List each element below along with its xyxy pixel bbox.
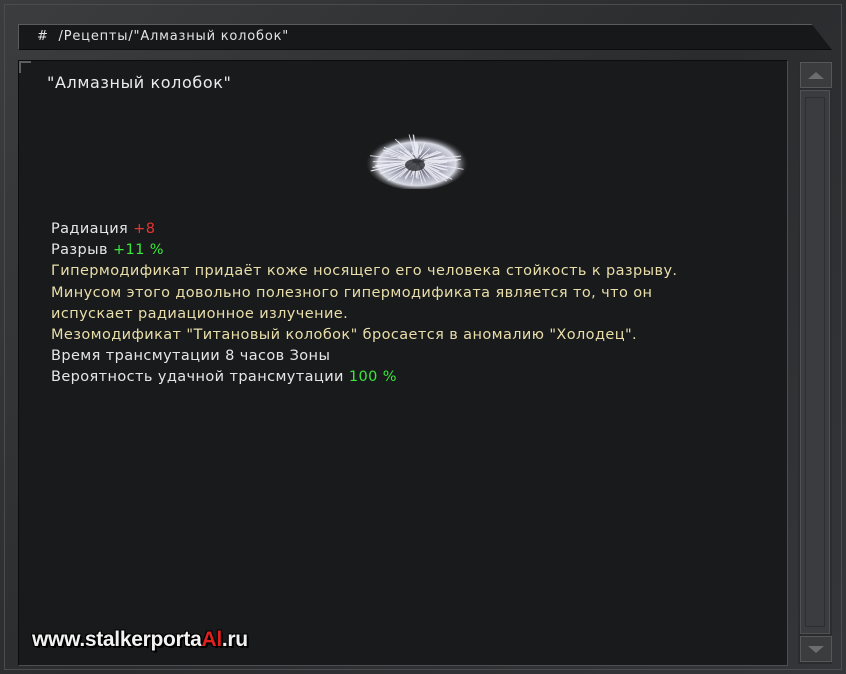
transmutation-time: Время трансмутации 8 часов Зоны <box>51 348 331 365</box>
rupture-label: Разрыв <box>51 242 113 259</box>
diamond-kolobok-artifact-icon <box>365 132 469 189</box>
radiation-label: Радиация <box>51 221 134 237</box>
header-bar: # /Рецепты/"Алмазный колобок" <box>18 24 832 50</box>
vertical-scrollbar[interactable] <box>798 60 832 664</box>
rupture-stat: Разрыв +11 % <box>51 240 771 261</box>
recipe-title: "Алмазный колобок" <box>47 73 232 92</box>
probability-label: Вероятность удачной трансмутации <box>51 369 349 386</box>
watermark-accent: Al <box>201 628 222 651</box>
site-watermark: www.stalkerportaAl.ru <box>32 628 248 652</box>
description-line-2: Минусом этого довольно полезного гипермо… <box>51 284 653 301</box>
radiation-value: +8 <box>133 221 156 237</box>
scroll-down-button[interactable] <box>800 636 832 662</box>
artifact-spike <box>429 159 459 162</box>
description-line-3: испускает радиационное излучение. <box>51 305 349 322</box>
watermark-prefix: www.stalkerporta <box>32 628 202 651</box>
arrow-down-icon <box>808 645 824 653</box>
arrow-up-icon <box>808 71 824 79</box>
watermark-suffix: .ru <box>221 628 248 651</box>
scroll-up-button[interactable] <box>800 62 832 88</box>
recipe-description: Радиация +8 Разрыв +11 % Гипермодификат … <box>51 219 771 389</box>
breadcrumb: # /Рецепты/"Алмазный колобок" <box>37 29 290 44</box>
scroll-track[interactable] <box>800 90 830 634</box>
rupture-value: +11 % <box>112 242 164 259</box>
recipe-panel: "Алмазный колобок" Радиация +8 Разрыв +1… <box>18 60 788 666</box>
description-line-1: Гипермодификат придаёт коже носящего его… <box>51 263 678 280</box>
transmutation-probability: Вероятность удачной трансмутации 100 % <box>51 367 771 388</box>
probability-value: 100 % <box>348 369 397 386</box>
description-line-4: Мезомодификат "Титановый колобок" бросае… <box>51 327 638 344</box>
radiation-stat: Радиация +8 <box>51 219 771 240</box>
